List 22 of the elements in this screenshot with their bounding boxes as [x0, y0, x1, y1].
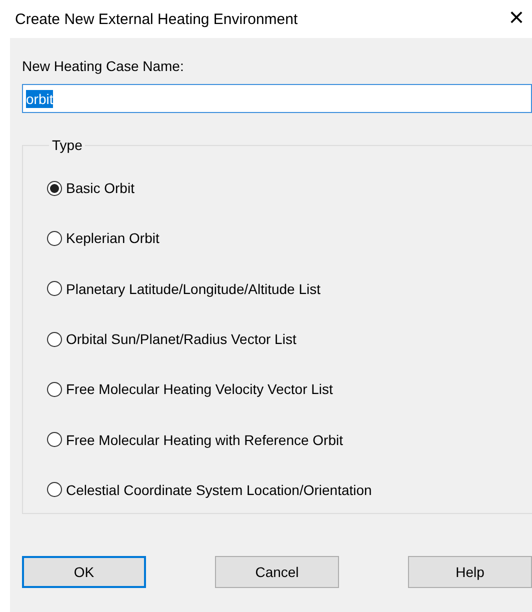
radio-option[interactable]: Celestial Coordinate System Location/Orientation	[47, 464, 372, 516]
radio-option[interactable]: Planetary Latitude/Longitude/Altitude List	[47, 264, 321, 314]
dialog-button[interactable]: OK	[22, 556, 146, 588]
radio-option[interactable]: Free Molecular Heating with Reference Orbit	[47, 414, 344, 465]
field-label: New Heating Case Name:	[22, 58, 184, 74]
radio-icon[interactable]	[47, 180, 62, 196]
dialog-button[interactable]: Cancel	[215, 556, 339, 588]
window-title: Create New External Heating Environment	[15, 10, 298, 28]
radio-icon[interactable]	[47, 432, 62, 448]
radio-option[interactable]: Keplerian Orbit	[47, 213, 160, 264]
radio-icon[interactable]	[47, 230, 62, 246]
group-title: Type	[51, 137, 84, 153]
radio-icon[interactable]	[47, 382, 62, 397]
radio-icon[interactable]	[47, 281, 62, 296]
radio-icon[interactable]	[47, 482, 62, 498]
radio-icon[interactable]	[47, 332, 62, 347]
close-button[interactable]: ×	[500, 4, 532, 34]
radio-option[interactable]: Orbital Sun/Planet/Radius Vector List	[47, 314, 296, 364]
input-field[interactable]: orbit	[22, 84, 532, 113]
dialog-button[interactable]: Help	[408, 556, 532, 588]
radio-option[interactable]: Basic Orbit	[47, 163, 134, 214]
radio-option[interactable]: Free Molecular Heating Velocity Vector List	[47, 364, 333, 414]
